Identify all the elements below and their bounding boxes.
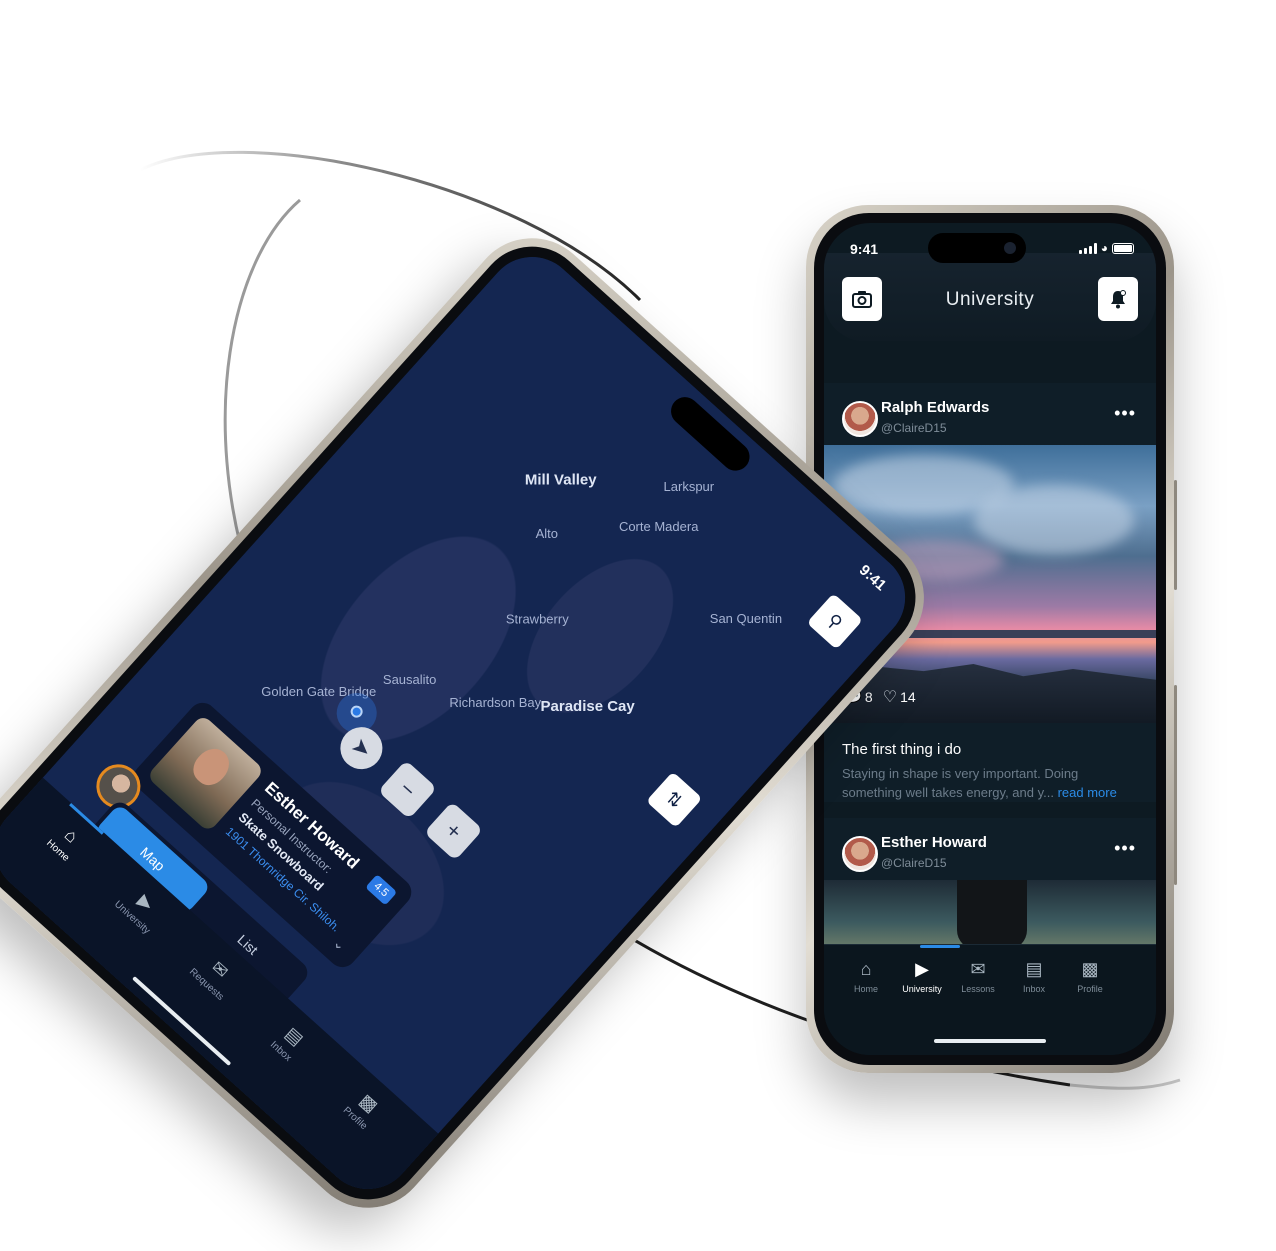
nav-home[interactable]: ⌂ Home [836, 959, 896, 994]
map-label: Corte Madera [618, 519, 699, 535]
more-options-icon[interactable]: ••• [1114, 838, 1136, 859]
nav-label: Home [853, 984, 878, 994]
rating-badge: 4.5 [364, 873, 398, 906]
profile-card-icon: ▩ [1081, 959, 1099, 979]
nav-profile[interactable]: ▩ Profile [1060, 959, 1120, 994]
status-time: 9:41 [850, 241, 879, 257]
map-view[interactable]: Mill Valley Larkspur Corte Madera Alto S… [0, 238, 925, 1208]
post-author-name[interactable]: Ralph Edwards [881, 399, 989, 416]
comment-count: 8 [864, 689, 873, 705]
heart-icon: ♡ [882, 689, 898, 706]
home-indicator [934, 1039, 1046, 1043]
avatar[interactable] [842, 836, 878, 872]
bell-icon [1111, 290, 1126, 309]
map-label: Larkspur [663, 479, 715, 495]
map-label: Alto [535, 526, 558, 542]
signal-icon [1078, 242, 1097, 254]
more-options-icon[interactable]: ••• [1114, 403, 1136, 424]
post-body: Staying in shape is very important. Doin… [842, 766, 1079, 800]
filter-icon: ⇅ [662, 786, 687, 812]
nav-university[interactable]: ▶ University [892, 959, 952, 994]
notifications-button[interactable] [1098, 277, 1138, 321]
active-tab-indicator [920, 945, 960, 948]
bottom-navigation: ⌂ Home ▶ University ✉ Lessons ▤ Inbox ▩ … [824, 944, 1156, 1055]
like-button[interactable]: ♡ 14 [883, 687, 916, 707]
map-screen: Mill Valley Larkspur Corte Madera Alto S… [0, 238, 925, 1208]
play-icon: ▶ [915, 959, 929, 979]
map-label: San Quentin [709, 611, 783, 627]
avatar[interactable] [842, 401, 878, 437]
search-icon: ⚲ [823, 609, 847, 633]
plus-icon: + [440, 817, 468, 845]
post-card[interactable]: Esther Howard @ClaireD15 ••• [824, 818, 1156, 950]
wifi-icon: ◕ [1100, 241, 1108, 255]
chat-icon: ▤ [1025, 959, 1043, 979]
nav-label: Inbox [1022, 984, 1046, 994]
map-label: Strawberry [505, 611, 569, 627]
post-author-handle: @ClaireD15 [881, 421, 947, 435]
post-image[interactable] [824, 880, 1156, 950]
home-icon: ⌂ [860, 959, 872, 979]
post-author-name[interactable]: Esther Howard [881, 834, 987, 851]
map-label: Sausalito [382, 671, 437, 687]
map-label: Richardson Bay [449, 694, 542, 710]
nav-label: University [902, 984, 942, 994]
nav-inbox[interactable]: ▤ Inbox [1004, 959, 1064, 994]
read-more-link[interactable]: read more [1058, 785, 1117, 800]
map-label: Mill Valley [524, 471, 597, 489]
post-text: Staying in shape is very important. Doin… [842, 764, 1138, 802]
chevron-down-icon[interactable]: ⌄ [330, 934, 349, 954]
minus-icon: − [394, 775, 421, 803]
lessons-icon: ✉ [970, 959, 986, 979]
battery-icon [1112, 242, 1134, 254]
nav-label: Lessons [961, 984, 995, 994]
nav-label: Profile [1077, 984, 1103, 994]
nav-lessons[interactable]: ✉ Lessons [948, 959, 1008, 994]
map-label: Paradise Cay [540, 697, 635, 715]
post-title: The first thing i do [842, 741, 962, 758]
post-author-handle: @ClaireD15 [881, 856, 947, 870]
navigation-arrow-icon: ➤ [346, 732, 377, 764]
like-count: 14 [900, 689, 916, 705]
dynamic-island [928, 233, 1026, 263]
